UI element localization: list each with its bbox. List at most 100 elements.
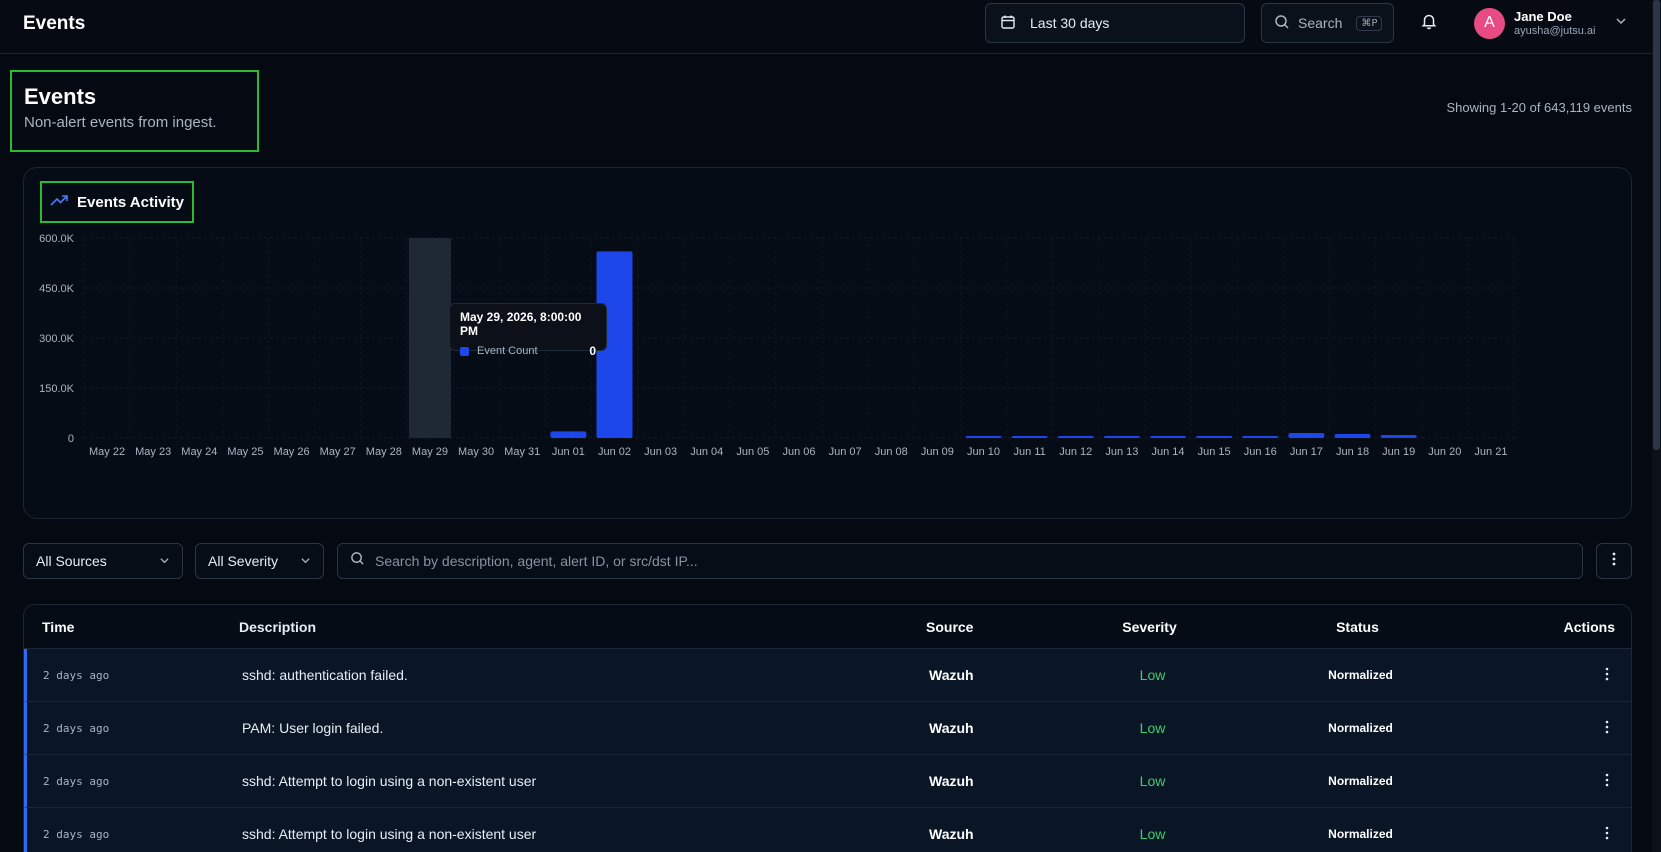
x-tick-label: Jun 04 <box>690 446 723 458</box>
row-severity: Low <box>1139 773 1166 789</box>
events-activity-chart[interactable]: 0 150.0K 300.0K 450.0K 600.0K May 22 May 23 May… <box>24 168 1633 520</box>
x-tick-label: May 26 <box>274 446 310 458</box>
calendar-icon <box>1000 14 1016 33</box>
events-search-input[interactable] <box>375 553 1555 569</box>
chart-title: Events Activity <box>77 193 184 211</box>
avatar: A <box>1474 7 1505 39</box>
row-status: Normalized <box>1328 774 1393 788</box>
x-tick-label: Jun 18 <box>1336 446 1369 458</box>
row-actions-icon[interactable] <box>1605 773 1609 790</box>
chevron-down-icon <box>159 553 170 569</box>
row-time: 2 days ago <box>43 668 110 682</box>
search-label: Search <box>1298 15 1343 31</box>
x-tick-label: May 23 <box>135 446 171 458</box>
more-options-button[interactable] <box>1596 543 1632 579</box>
events-search[interactable] <box>337 543 1583 579</box>
x-tick-label: May 25 <box>227 446 263 458</box>
row-severity: Low <box>1139 826 1166 842</box>
row-description: sshd: Attempt to login using a non-exist… <box>242 826 537 842</box>
row-description: PAM: User login failed. <box>242 720 384 736</box>
x-tick-label: Jun 06 <box>782 446 815 458</box>
chart-title-box: Events Activity <box>40 181 194 223</box>
row-status: Normalized <box>1328 721 1393 735</box>
page-subtitle: Non-alert events from ingest. <box>24 114 217 131</box>
bar <box>550 431 587 438</box>
table-row[interactable]: 2 days ago PAM: User login failed. Wazuh… <box>24 702 1631 755</box>
x-tick-label: May 22 <box>89 446 125 458</box>
chevron-down-icon <box>1615 14 1627 32</box>
results-count: Showing 1-20 of 643,119 events <box>1446 100 1632 115</box>
x-tick-label: Jun 17 <box>1290 446 1323 458</box>
row-actions-icon[interactable] <box>1605 720 1609 737</box>
trending-up-icon <box>50 193 68 212</box>
x-tick-label: May 31 <box>504 446 540 458</box>
table-row[interactable]: 2 days ago sshd: authentication failed. … <box>24 649 1631 702</box>
y-tick-label: 0 <box>68 433 74 445</box>
y-tick-label: 300.0K <box>39 333 75 345</box>
user-menu[interactable]: A Jane Doe ayusha@jutsu.ai <box>1474 6 1627 40</box>
tooltip-title: May 29, 2026, 8:00:00 PM <box>460 310 582 338</box>
row-time: 2 days ago <box>43 827 110 841</box>
global-search-button[interactable]: Search ⌘P <box>1261 3 1394 43</box>
row-status: Normalized <box>1328 827 1393 841</box>
col-time[interactable]: Time <box>24 619 239 635</box>
y-tick-label: 600.0K <box>39 233 75 245</box>
user-info: Jane Doe ayusha@jutsu.ai <box>1514 9 1596 38</box>
bar <box>1150 436 1187 438</box>
x-tick-label: May 29 <box>412 446 448 458</box>
search-icon <box>350 551 365 571</box>
bar <box>1011 436 1048 438</box>
severity-filter[interactable]: All Severity <box>195 543 324 579</box>
x-tick-label: Jun 01 <box>552 446 585 458</box>
page-scrollbar[interactable] <box>1652 0 1661 852</box>
more-vertical-icon <box>1612 552 1616 571</box>
events-table: Time Description Source Severity Status … <box>23 604 1632 852</box>
row-description: sshd: Attempt to login using a non-exist… <box>242 773 537 789</box>
row-actions-icon[interactable] <box>1605 826 1609 843</box>
page-title: Events <box>24 84 97 109</box>
row-time: 2 days ago <box>43 721 110 735</box>
col-severity[interactable]: Severity <box>1045 619 1254 635</box>
x-tick-label: Jun 05 <box>736 446 769 458</box>
source-filter[interactable]: All Sources <box>23 543 183 579</box>
date-range-label: Last 30 days <box>1030 15 1110 31</box>
x-tick-label: Jun 14 <box>1152 446 1185 458</box>
table-row[interactable]: 2 days ago sshd: Attempt to login using … <box>24 808 1631 852</box>
row-severity: Low <box>1139 667 1166 683</box>
severity-filter-value: All Severity <box>208 553 279 569</box>
x-tick-label: Jun 15 <box>1198 446 1231 458</box>
col-source[interactable]: Source <box>926 619 1045 635</box>
row-actions-icon[interactable] <box>1605 667 1609 684</box>
y-tick-label: 150.0K <box>39 383 75 395</box>
x-tick-label: May 27 <box>320 446 356 458</box>
user-email: ayusha@jutsu.ai <box>1514 24 1596 37</box>
col-description[interactable]: Description <box>239 619 926 635</box>
series-swatch <box>460 346 469 356</box>
date-range-button[interactable]: Last 30 days <box>985 3 1245 43</box>
row-status: Normalized <box>1328 668 1393 682</box>
col-status[interactable]: Status <box>1254 619 1461 635</box>
x-tick-label: Jun 16 <box>1244 446 1277 458</box>
table-row[interactable]: 2 days ago sshd: Attempt to login using … <box>24 755 1631 808</box>
page-header: Events Non-alert events from ingest. <box>10 70 259 152</box>
bar <box>1057 436 1094 438</box>
row-severity: Low <box>1139 720 1166 736</box>
bar <box>1380 435 1417 438</box>
chevron-down-icon <box>300 553 311 569</box>
row-description: sshd: authentication failed. <box>242 667 408 683</box>
tooltip-value: 0 <box>589 344 596 358</box>
x-tick-label: Jun 10 <box>967 446 1000 458</box>
scroll-thumb[interactable] <box>1653 0 1660 450</box>
tooltip-row: Event Count 0 <box>460 344 596 358</box>
bell-icon[interactable] <box>1420 12 1440 32</box>
row-source: Wazuh <box>929 667 974 683</box>
x-tick-label: May 24 <box>181 446 217 458</box>
x-tick-label: Jun 08 <box>875 446 908 458</box>
row-source: Wazuh <box>929 826 974 842</box>
x-tick-label: Jun 12 <box>1059 446 1092 458</box>
chart-tooltip: May 29, 2026, 8:00:00 PM Event Count 0 <box>449 303 607 358</box>
x-tick-label: Jun 09 <box>921 446 954 458</box>
bar <box>1288 433 1325 438</box>
search-icon <box>1274 14 1290 33</box>
user-name: Jane Doe <box>1514 8 1572 24</box>
